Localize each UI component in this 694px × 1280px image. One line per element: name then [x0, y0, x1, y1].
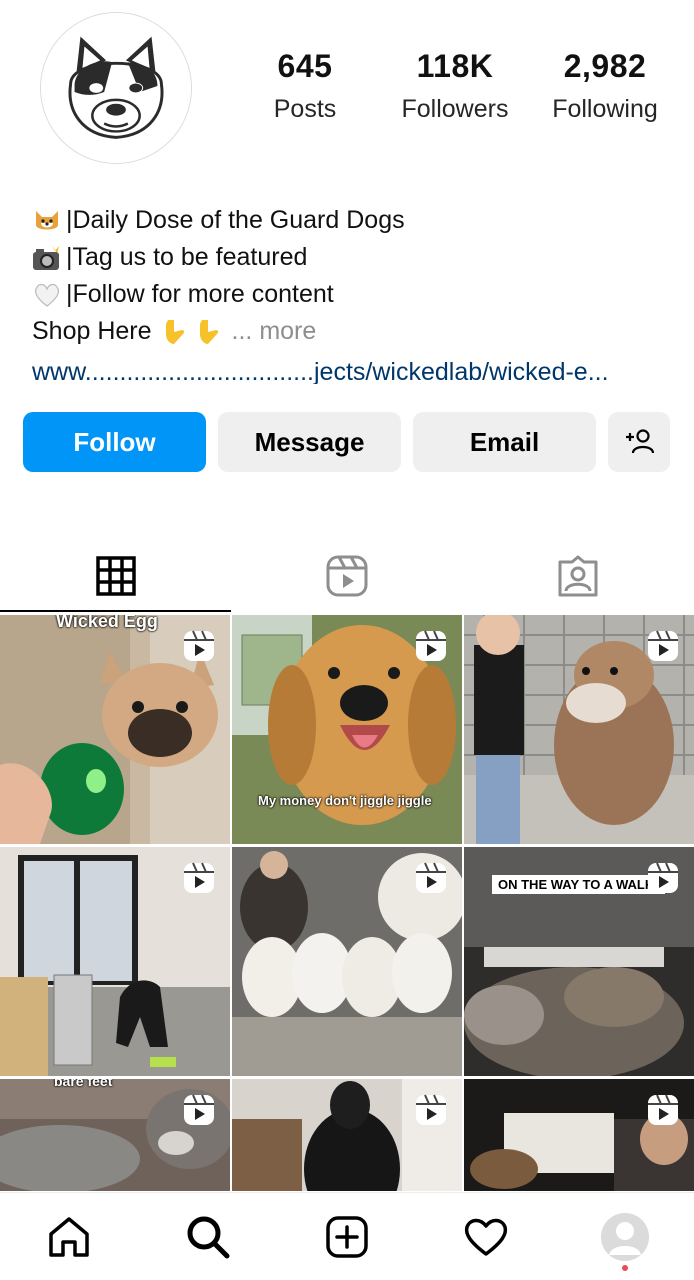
post-thumbnail[interactable]: [232, 847, 462, 1076]
nav-create[interactable]: [317, 1207, 377, 1267]
nav-profile[interactable]: [595, 1207, 655, 1271]
add-user-icon: [626, 429, 654, 454]
reel-badge-icon: [184, 1094, 214, 1125]
grid-icon: [95, 556, 136, 596]
profile-bio: |Daily Dose of the Guard Dogs |Tag us to…: [32, 186, 672, 350]
bio-line-text: |Tag us to be featured: [66, 243, 308, 271]
message-button[interactable]: Message: [218, 412, 401, 472]
bio-website-link[interactable]: www.................................ject…: [32, 362, 672, 384]
posts-label: Posts: [273, 95, 337, 123]
post-thumbnail[interactable]: ON THE WAY TO A WALK:: [464, 847, 694, 1076]
pointing-down-emoji-icon: [160, 318, 192, 346]
post-caption-overlay: ON THE WAY TO A WALK:: [492, 875, 665, 894]
bio-cropped-line: [32, 186, 672, 202]
create-icon: [326, 1215, 368, 1258]
nav-home[interactable]: [39, 1207, 99, 1267]
tagged-icon: [558, 555, 598, 597]
suggested-users-button[interactable]: [608, 412, 670, 472]
bulldog-logo-icon: [41, 13, 191, 163]
bio-line-text: |Daily Dose of the Guard Dogs: [66, 206, 405, 234]
profile-avatar[interactable]: [40, 12, 192, 164]
nav-search[interactable]: [178, 1207, 238, 1267]
posts-count: 645: [277, 48, 333, 84]
post-thumbnail[interactable]: bare feet: [0, 1079, 230, 1191]
following-label: Following: [552, 95, 658, 123]
heart-icon: [464, 1218, 507, 1256]
reel-badge-icon: [184, 862, 214, 893]
reel-badge-icon: [416, 1094, 446, 1125]
reel-badge-icon: [648, 630, 678, 661]
reels-icon: [326, 555, 368, 597]
post-thumbnail[interactable]: My money don't jiggle jiggle: [232, 615, 462, 844]
bio-line-text: Shop Here: [32, 317, 152, 345]
posts-grid: Wicked Egg My money don't jiggle jiggle: [0, 615, 694, 1191]
bio-line: Shop Here ... more: [32, 313, 672, 350]
email-button[interactable]: Email: [413, 412, 596, 472]
reel-badge-icon: [648, 1094, 678, 1125]
reel-badge-icon: [416, 630, 446, 661]
bio-line-text: |Follow for more content: [66, 280, 334, 308]
nav-activity[interactable]: [456, 1207, 516, 1267]
following-stat[interactable]: 2,982 Following: [530, 48, 680, 124]
reel-badge-icon: [416, 862, 446, 893]
bio-more-link[interactable]: ... more: [232, 313, 317, 350]
post-caption-overlay: My money don't jiggle jiggle: [258, 793, 432, 808]
home-icon: [49, 1216, 90, 1257]
dog-face-emoji-icon: [32, 207, 64, 235]
follow-button[interactable]: Follow: [23, 412, 206, 472]
reel-badge-icon: [184, 630, 214, 661]
profile-avatar: [600, 1212, 649, 1261]
followers-stat[interactable]: 118K Followers: [380, 48, 530, 124]
profile-stats: 645 Posts 118K Followers 2,982 Following: [230, 48, 680, 124]
default-user-icon: [600, 1212, 649, 1261]
pointing-down-emoji-icon: [194, 318, 226, 346]
bio-website-text: www.................................ject…: [32, 362, 609, 384]
search-icon: [187, 1216, 230, 1258]
notification-dot: [621, 1264, 628, 1271]
posts-stat[interactable]: 645 Posts: [230, 48, 380, 124]
followers-count: 118K: [416, 48, 494, 84]
tab-reels[interactable]: [231, 540, 462, 612]
post-thumbnail[interactable]: Wicked Egg: [0, 615, 230, 844]
profile-actions: Follow Message Email: [23, 412, 671, 472]
post-caption-overlay: bare feet: [54, 1079, 113, 1089]
profile-tabs: [0, 540, 694, 612]
bottom-navigation: [0, 1192, 694, 1280]
bio-line: |Tag us to be featured: [32, 239, 672, 276]
followers-label: Followers: [401, 95, 509, 123]
camera-flash-emoji-icon: [32, 244, 64, 272]
post-caption-overlay: Wicked Egg: [56, 615, 158, 631]
following-count: 2,982: [563, 48, 647, 84]
bio-line: |Daily Dose of the Guard Dogs: [32, 202, 672, 239]
post-thumbnail[interactable]: [464, 615, 694, 844]
bio-line: |Follow for more content: [32, 276, 672, 313]
white-heart-emoji-icon: [32, 281, 64, 309]
post-thumbnail[interactable]: [464, 1079, 694, 1191]
tab-posts-grid[interactable]: [0, 540, 232, 612]
post-thumbnail[interactable]: [0, 847, 230, 1076]
post-thumbnail[interactable]: [232, 1079, 462, 1191]
tab-tagged[interactable]: [463, 540, 694, 612]
reel-badge-icon: [648, 862, 678, 893]
